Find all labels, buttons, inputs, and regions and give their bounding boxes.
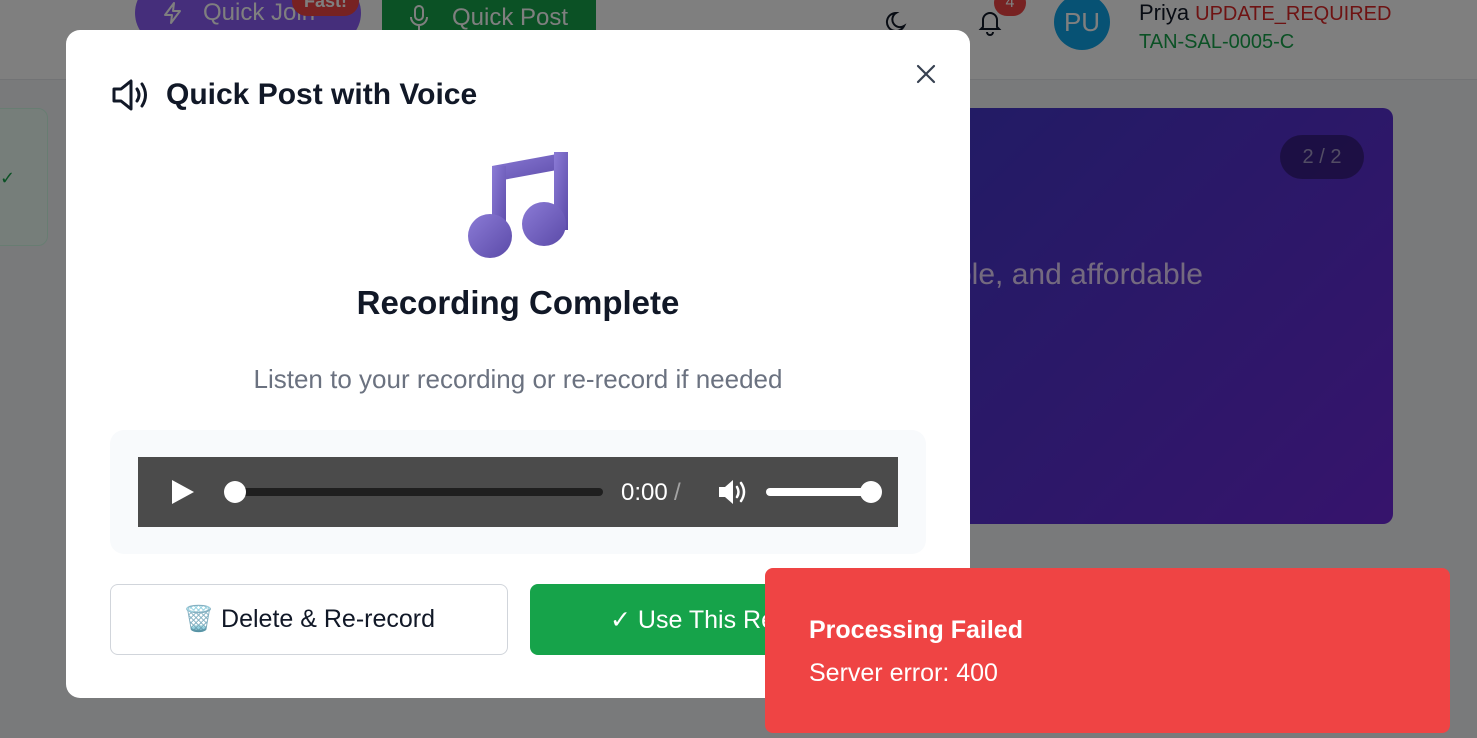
current-time: 0:00 xyxy=(621,479,668,506)
recording-subtitle: Listen to your recording or re-record if… xyxy=(253,364,783,394)
modal-title: Quick Post with Voice xyxy=(166,78,478,111)
audio-player: 0:00 / xyxy=(138,457,898,527)
time-separator: / xyxy=(674,479,681,506)
seek-thumb[interactable] xyxy=(224,481,246,503)
volume-icon[interactable] xyxy=(716,475,750,509)
delete-rerecord-button[interactable]: 🗑️ Delete & Re-record xyxy=(110,584,508,655)
play-icon[interactable] xyxy=(168,478,196,506)
error-toast[interactable]: Processing Failed Server error: 400 xyxy=(765,568,1450,733)
volume-thumb[interactable] xyxy=(860,481,882,503)
music-note-icon xyxy=(468,152,568,258)
speaker-icon xyxy=(112,79,147,111)
volume-slider[interactable] xyxy=(766,481,882,503)
delete-rerecord-label: 🗑️ Delete & Re-record xyxy=(182,605,436,633)
toast-title: Processing Failed xyxy=(809,616,1023,644)
close-icon xyxy=(916,64,936,84)
toast-message: Server error: 400 xyxy=(809,659,998,687)
close-button[interactable] xyxy=(910,58,942,90)
modal-header: Quick Post with Voice xyxy=(110,74,477,116)
seek-bar[interactable] xyxy=(224,481,603,503)
audio-container: 0:00 / xyxy=(110,430,926,554)
recording-title: Recording Complete xyxy=(356,284,680,321)
